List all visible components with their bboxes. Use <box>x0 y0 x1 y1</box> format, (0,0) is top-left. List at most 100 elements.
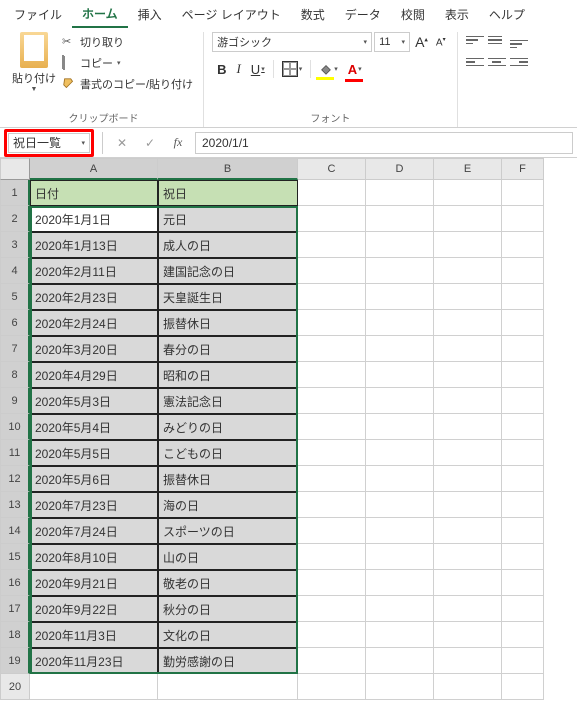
cell[interactable] <box>434 388 502 414</box>
cell[interactable]: 春分の日 <box>158 336 298 362</box>
menu-review[interactable]: 校閲 <box>391 2 435 27</box>
menu-home[interactable]: ホーム <box>72 1 128 28</box>
cell[interactable] <box>502 440 544 466</box>
row-header[interactable]: 15 <box>0 544 30 570</box>
cell[interactable]: 2020年5月6日 <box>30 466 158 492</box>
row-header[interactable]: 20 <box>0 674 30 700</box>
cell[interactable] <box>434 414 502 440</box>
name-box[interactable]: 祝日一覧 ▾ <box>8 133 90 153</box>
increase-font-size-button[interactable]: A▴ <box>412 33 431 51</box>
align-bottom-button[interactable] <box>510 32 528 48</box>
cell[interactable] <box>298 336 366 362</box>
cell[interactable] <box>434 596 502 622</box>
cell[interactable]: 2020年7月23日 <box>30 492 158 518</box>
cell[interactable] <box>366 648 434 674</box>
cell[interactable]: 建国記念の日 <box>158 258 298 284</box>
accept-formula-button[interactable]: ✓ <box>139 133 161 153</box>
row-header[interactable]: 10 <box>0 414 30 440</box>
menu-data[interactable]: データ <box>335 2 391 27</box>
col-header-A[interactable]: A <box>30 158 158 180</box>
cell[interactable]: 2020年5月4日 <box>30 414 158 440</box>
cell[interactable]: 2020年11月3日 <box>30 622 158 648</box>
insert-function-button[interactable]: fx <box>167 133 189 153</box>
cell[interactable] <box>502 466 544 492</box>
menu-page-layout[interactable]: ページ レイアウト <box>172 2 291 27</box>
row-header[interactable]: 7 <box>0 336 30 362</box>
cell[interactable]: 天皇誕生日 <box>158 284 298 310</box>
cell[interactable]: 2020年5月3日 <box>30 388 158 414</box>
row-header[interactable]: 18 <box>0 622 30 648</box>
row-header[interactable]: 17 <box>0 596 30 622</box>
cell[interactable] <box>434 466 502 492</box>
cell[interactable] <box>434 232 502 258</box>
cut-button[interactable]: ✂ 切り取り <box>60 32 195 52</box>
cell[interactable] <box>502 570 544 596</box>
cell[interactable] <box>502 336 544 362</box>
cell[interactable] <box>366 284 434 310</box>
col-header-F[interactable]: F <box>502 158 544 180</box>
cell[interactable] <box>366 414 434 440</box>
menu-help[interactable]: ヘルプ <box>479 2 535 27</box>
cell[interactable] <box>366 596 434 622</box>
cell[interactable] <box>502 518 544 544</box>
cell[interactable] <box>434 648 502 674</box>
cell[interactable] <box>502 544 544 570</box>
format-painter-button[interactable]: 書式のコピー/貼り付け <box>60 74 195 94</box>
cell[interactable] <box>502 284 544 310</box>
cell[interactable] <box>298 388 366 414</box>
cell[interactable] <box>434 518 502 544</box>
cell[interactable] <box>366 518 434 544</box>
cell[interactable] <box>366 310 434 336</box>
align-left-button[interactable] <box>466 54 484 70</box>
cell[interactable] <box>298 362 366 388</box>
align-center-button[interactable] <box>488 54 506 70</box>
row-header[interactable]: 1 <box>0 180 30 206</box>
row-header[interactable]: 14 <box>0 518 30 544</box>
cell[interactable] <box>366 466 434 492</box>
col-header-D[interactable]: D <box>366 158 434 180</box>
cell[interactable] <box>298 596 366 622</box>
cell[interactable] <box>366 180 434 206</box>
cell[interactable] <box>298 232 366 258</box>
select-all-button[interactable] <box>0 158 30 180</box>
align-top-button[interactable] <box>466 32 484 48</box>
decrease-indent-button[interactable] <box>532 54 540 70</box>
cell[interactable]: 2020年4月29日 <box>30 362 158 388</box>
cancel-formula-button[interactable]: ✕ <box>111 133 133 153</box>
row-header[interactable]: 16 <box>0 570 30 596</box>
cell[interactable] <box>158 674 298 700</box>
row-header[interactable]: 11 <box>0 440 30 466</box>
row-header[interactable]: 5 <box>0 284 30 310</box>
align-middle-button[interactable] <box>488 32 506 48</box>
cell[interactable]: 振替休日 <box>158 466 298 492</box>
fill-color-button[interactable]: ▾ <box>314 60 343 78</box>
cell[interactable] <box>366 492 434 518</box>
cell[interactable] <box>434 622 502 648</box>
cell[interactable] <box>434 440 502 466</box>
cell[interactable] <box>434 336 502 362</box>
cell[interactable] <box>502 648 544 674</box>
cell[interactable] <box>298 544 366 570</box>
cell[interactable] <box>434 674 502 700</box>
cell[interactable] <box>298 440 366 466</box>
row-header[interactable]: 6 <box>0 310 30 336</box>
menu-formulas[interactable]: 数式 <box>291 2 335 27</box>
borders-button[interactable]: ▾ <box>277 58 308 80</box>
cell[interactable] <box>366 362 434 388</box>
cell[interactable] <box>298 284 366 310</box>
align-right-button[interactable] <box>510 54 528 70</box>
copy-button[interactable]: コピー ▾ <box>60 53 195 73</box>
row-header[interactable]: 19 <box>0 648 30 674</box>
cell[interactable] <box>434 206 502 232</box>
cell[interactable] <box>298 466 366 492</box>
font-color-button[interactable]: A ▾ <box>343 59 367 80</box>
increase-indent-button[interactable] <box>544 54 552 70</box>
row-header[interactable]: 2 <box>0 206 30 232</box>
cell[interactable] <box>366 570 434 596</box>
row-header[interactable]: 4 <box>0 258 30 284</box>
cell[interactable] <box>366 440 434 466</box>
cell[interactable] <box>434 492 502 518</box>
chevron-down-icon[interactable]: ▾ <box>81 139 85 147</box>
cell[interactable] <box>298 414 366 440</box>
cell[interactable] <box>502 492 544 518</box>
